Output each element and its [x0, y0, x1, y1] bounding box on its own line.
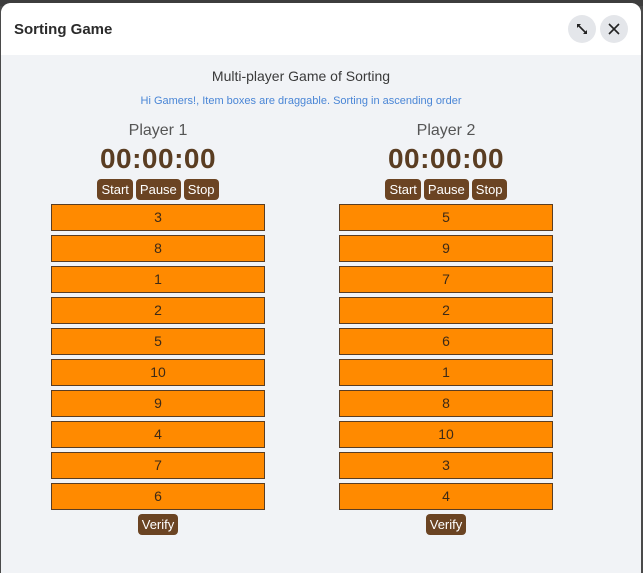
- draggable-item[interactable]: 3: [51, 204, 265, 231]
- draggable-item[interactable]: 4: [51, 421, 265, 448]
- dialog-title: Sorting Game: [14, 20, 113, 38]
- timer-controls: Start Pause Stop: [97, 179, 219, 200]
- draggable-item[interactable]: 10: [51, 359, 265, 386]
- game-content: Multi-player Game of Sorting Hi Gamers!,…: [1, 55, 641, 573]
- player-timer: 00:00:00: [99, 143, 217, 174]
- draggable-item[interactable]: 9: [339, 235, 553, 262]
- draggable-item[interactable]: 8: [51, 235, 265, 262]
- player-1-panel: Player 1 00:00:00 Start Pause Stop 3 8 1…: [50, 120, 266, 535]
- draggable-item[interactable]: 3: [339, 452, 553, 479]
- draggable-item[interactable]: 4: [339, 483, 553, 510]
- dialog-header: Sorting Game: [1, 3, 641, 55]
- verify-button[interactable]: Verify: [425, 514, 467, 535]
- close-icon: [608, 23, 620, 35]
- draggable-item[interactable]: 7: [51, 452, 265, 479]
- player-name: Player 1: [128, 122, 188, 139]
- game-hint: Hi Gamers!, Item boxes are draggable. So…: [140, 95, 462, 107]
- start-button[interactable]: Start: [385, 179, 421, 200]
- player-timer: 00:00:00: [387, 143, 505, 174]
- draggable-item[interactable]: 9: [51, 390, 265, 417]
- sortable-list: 5 9 7 2 6 1 8 10 3 4: [339, 204, 553, 510]
- pause-button[interactable]: Pause: [135, 179, 181, 200]
- player-name: Player 2: [416, 122, 476, 139]
- close-button[interactable]: [600, 15, 628, 43]
- sorting-game-dialog: Sorting Game Multi-player Game of Sortin…: [1, 3, 641, 573]
- game-title: Multi-player Game of Sorting: [211, 68, 391, 84]
- timer-controls: Start Pause Stop: [385, 179, 507, 200]
- pause-button[interactable]: Pause: [423, 179, 469, 200]
- draggable-item[interactable]: 5: [51, 328, 265, 355]
- sortable-list: 3 8 1 2 5 10 9 4 7 6: [51, 204, 265, 510]
- draggable-item[interactable]: 6: [339, 328, 553, 355]
- draggable-item[interactable]: 2: [339, 297, 553, 324]
- start-button[interactable]: Start: [97, 179, 133, 200]
- draggable-item[interactable]: 5: [339, 204, 553, 231]
- draggable-item[interactable]: 7: [339, 266, 553, 293]
- draggable-item[interactable]: 8: [339, 390, 553, 417]
- draggable-item[interactable]: 1: [339, 359, 553, 386]
- header-actions: [568, 15, 628, 43]
- draggable-item[interactable]: 6: [51, 483, 265, 510]
- stop-button[interactable]: Stop: [471, 179, 507, 200]
- draggable-item[interactable]: 1: [51, 266, 265, 293]
- expand-icon: [577, 24, 587, 34]
- verify-button[interactable]: Verify: [137, 514, 179, 535]
- draggable-item[interactable]: 10: [339, 421, 553, 448]
- stop-button[interactable]: Stop: [183, 179, 219, 200]
- player-2-panel: Player 2 00:00:00 Start Pause Stop 5 9 7…: [338, 120, 554, 535]
- expand-button[interactable]: [568, 15, 596, 43]
- draggable-item[interactable]: 2: [51, 297, 265, 324]
